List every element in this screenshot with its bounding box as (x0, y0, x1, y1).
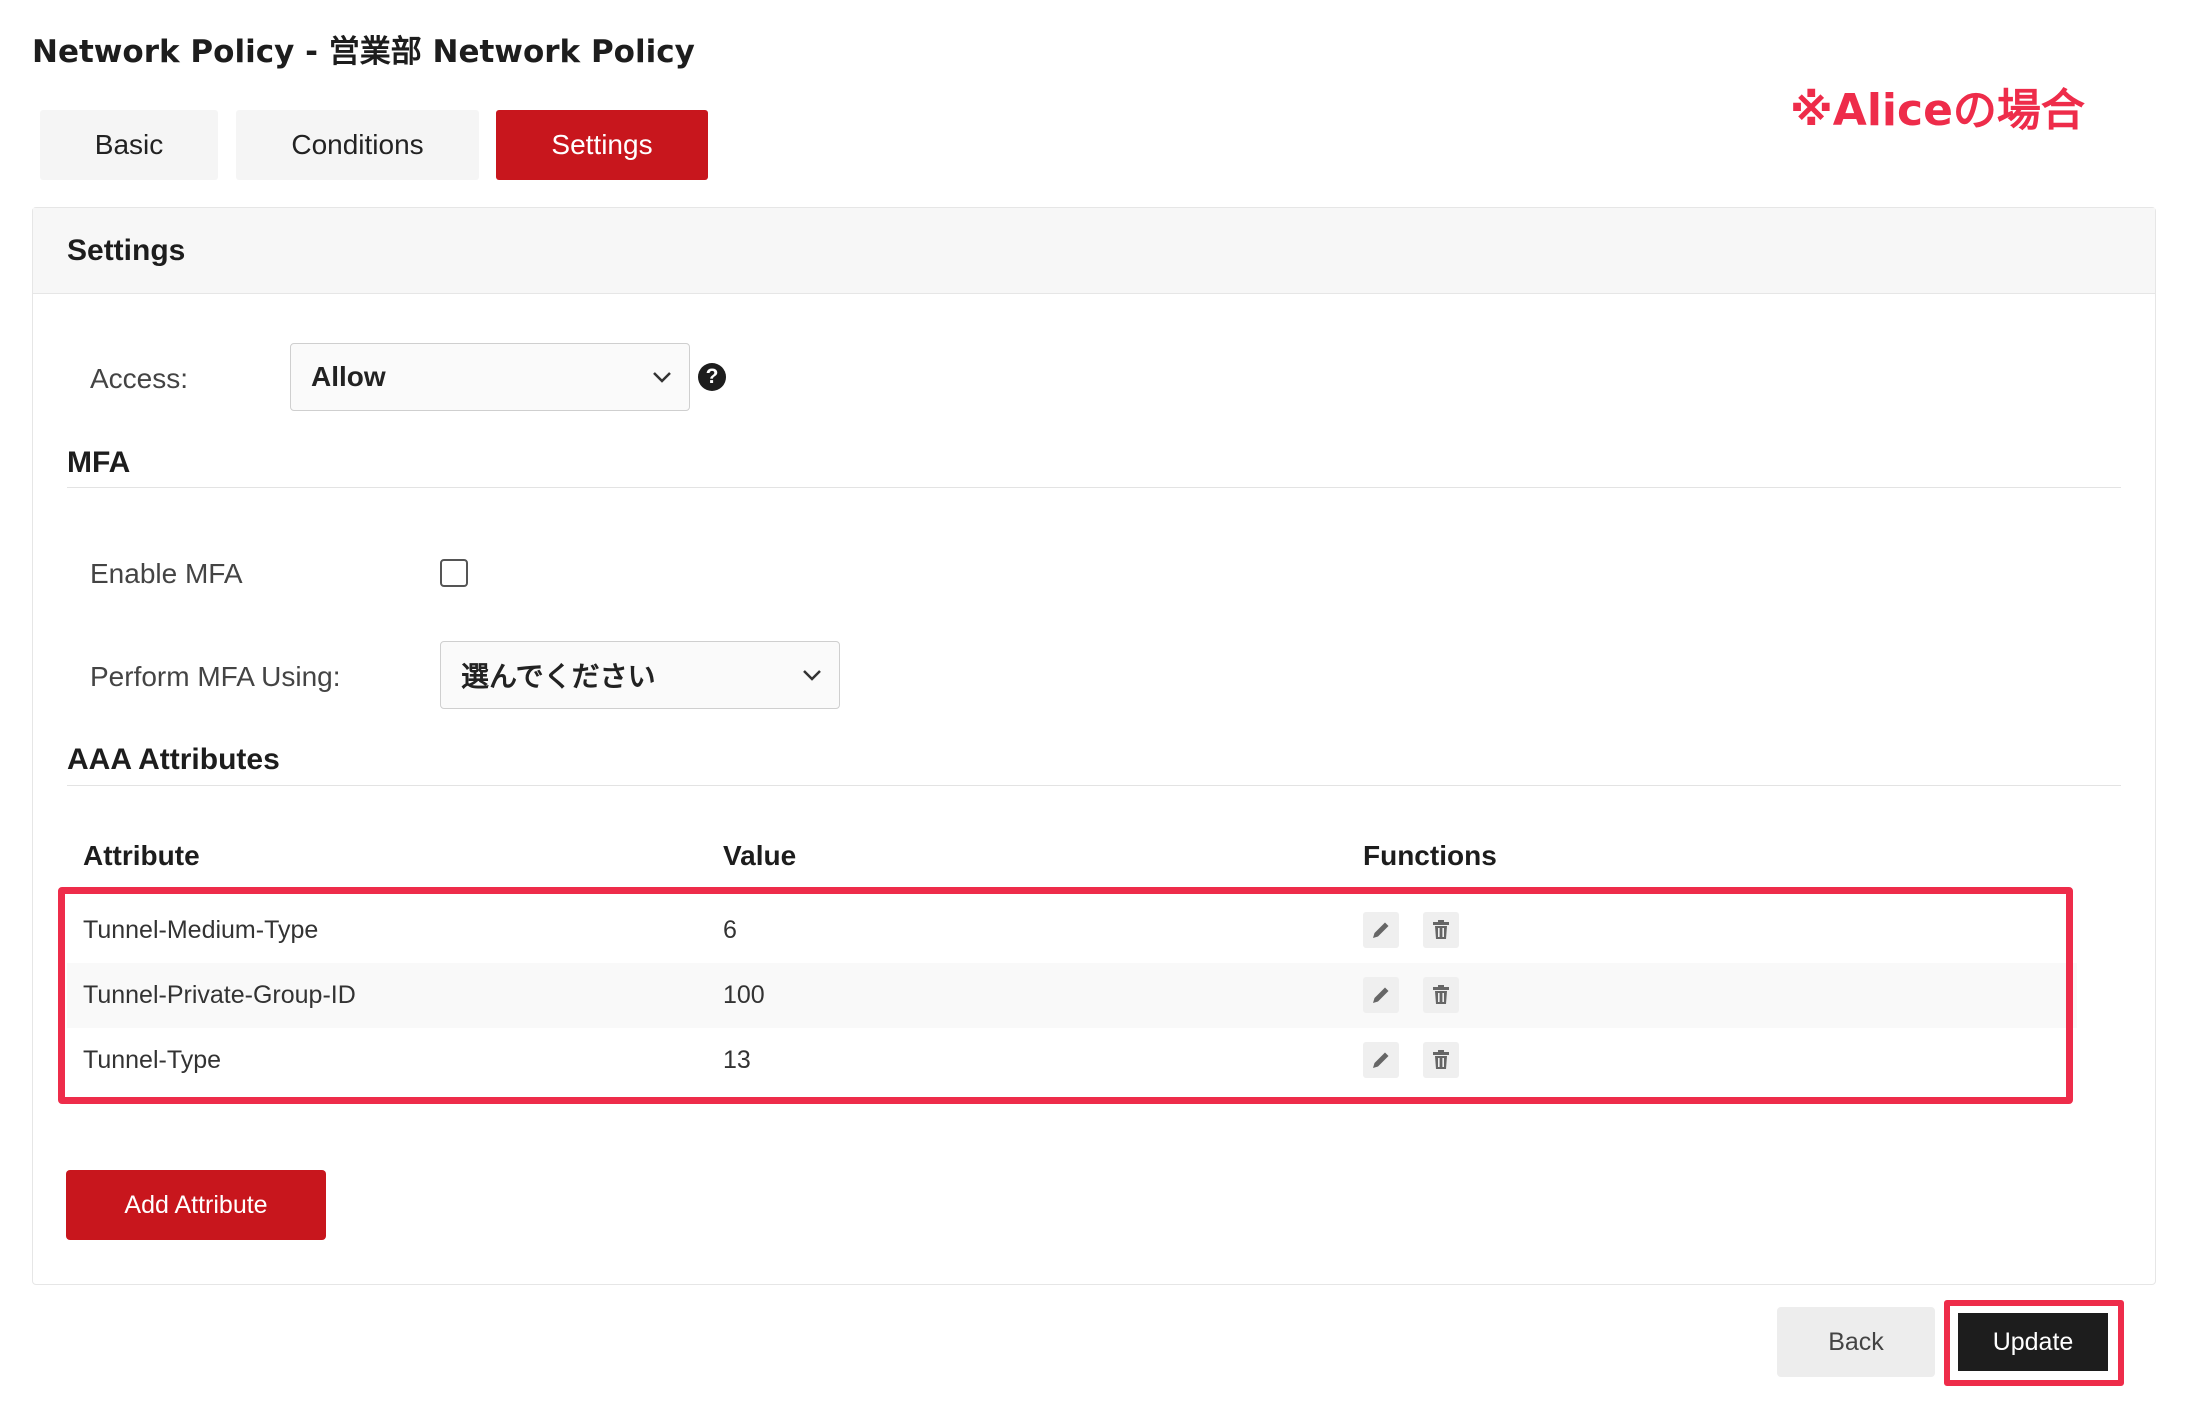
update-button[interactable]: Update (1958, 1313, 2108, 1371)
enable-mfa-checkbox[interactable] (440, 559, 468, 587)
add-attribute-button[interactable]: Add Attribute (66, 1170, 326, 1240)
edit-button[interactable] (1363, 977, 1399, 1013)
cell-attribute: Tunnel-Medium-Type (83, 916, 319, 944)
trash-icon (1433, 1050, 1449, 1069)
aaa-section-title: AAA Attributes (67, 743, 280, 776)
table-row: Tunnel-Private-Group-ID 100 (67, 963, 2077, 1028)
annotation-note: ※Aliceの場合 (1790, 85, 2085, 136)
mfa-divider (67, 487, 2121, 488)
trash-icon (1433, 985, 1449, 1004)
access-select-value: Allow (311, 361, 386, 392)
edit-button[interactable] (1363, 912, 1399, 948)
cell-value: 6 (723, 916, 737, 944)
table-row: Tunnel-Type 13 (67, 1028, 2077, 1093)
settings-panel: Settings Access: Allow ? MFA Enable MFA … (32, 207, 2156, 1285)
delete-button[interactable] (1423, 1042, 1459, 1078)
edit-button[interactable] (1363, 1042, 1399, 1078)
enable-mfa-label: Enable MFA (90, 558, 243, 589)
delete-button[interactable] (1423, 912, 1459, 948)
access-label: Access: (90, 363, 189, 394)
trash-icon (1433, 920, 1449, 939)
mfa-section-title: MFA (67, 446, 131, 479)
help-icon[interactable]: ? (698, 363, 726, 391)
settings-panel-header: Settings (33, 208, 2155, 294)
pencil-icon (1373, 987, 1389, 1003)
column-header-value: Value (723, 840, 797, 871)
table-row: Tunnel-Medium-Type 6 (67, 898, 2077, 963)
access-select[interactable]: Allow (290, 343, 690, 411)
help-icon-glyph: ? (705, 365, 719, 388)
chevron-down-icon (653, 372, 671, 383)
chevron-down-icon (803, 670, 821, 681)
perform-mfa-select-value: 選んでください (461, 660, 656, 693)
column-header-functions: Functions (1363, 840, 1497, 871)
back-button[interactable]: Back (1777, 1307, 1935, 1377)
page-title: Network Policy - 営業部 Network Policy (32, 34, 695, 70)
delete-button[interactable] (1423, 977, 1459, 1013)
tab-conditions[interactable]: Conditions (236, 110, 479, 180)
cell-attribute: Tunnel-Private-Group-ID (83, 981, 356, 1009)
cell-value: 100 (723, 981, 765, 1009)
perform-mfa-select[interactable]: 選んでください (440, 641, 840, 709)
aaa-divider (67, 785, 2121, 786)
pencil-icon (1373, 1052, 1389, 1068)
pencil-icon (1373, 922, 1389, 938)
tab-basic[interactable]: Basic (40, 110, 218, 180)
perform-mfa-label: Perform MFA Using: (90, 661, 341, 692)
tab-settings[interactable]: Settings (496, 110, 708, 180)
cell-value: 13 (723, 1046, 751, 1074)
cell-attribute: Tunnel-Type (83, 1046, 222, 1074)
column-header-attribute: Attribute (83, 840, 200, 871)
